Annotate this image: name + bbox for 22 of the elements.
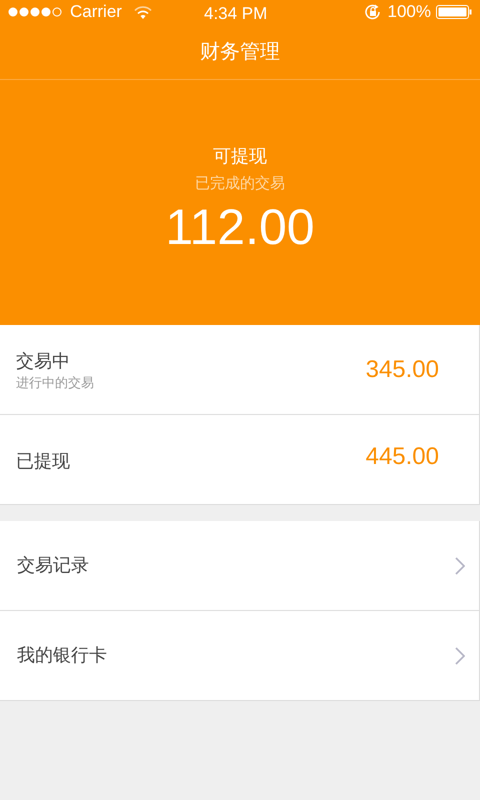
wifi-icon: [134, 6, 152, 18]
screen-title: 财务管理: [200, 40, 280, 64]
signal-icon: [8, 7, 64, 17]
carrier-name: Carrier: [70, 1, 122, 24]
row-subtitle: 进行中的交易: [16, 374, 95, 392]
chevron-right-icon: [455, 646, 465, 664]
balance-amount: 112.00: [165, 198, 315, 257]
balance-label: 可提现: [213, 145, 267, 168]
row-amount: 345.00: [366, 354, 439, 384]
menu-item[interactable]: 交易记录: [0, 521, 480, 611]
battery-percent: 100%: [388, 1, 431, 24]
row-title: 交易中: [16, 350, 71, 372]
rotation-lock-icon: [364, 4, 382, 20]
row-amount: 445.00: [366, 442, 439, 472]
clock-time: 4:34 PM: [204, 3, 268, 25]
menu-label: 我的银行卡: [17, 644, 108, 667]
balance-sublabel: 已完成的交易: [195, 174, 285, 194]
menu-label: 交易记录: [17, 554, 90, 577]
battery-icon: [436, 5, 472, 19]
chevron-right-icon: [455, 556, 465, 574]
row-title: 已提现: [16, 450, 71, 472]
menu-item[interactable]: 我的银行卡: [0, 611, 480, 701]
